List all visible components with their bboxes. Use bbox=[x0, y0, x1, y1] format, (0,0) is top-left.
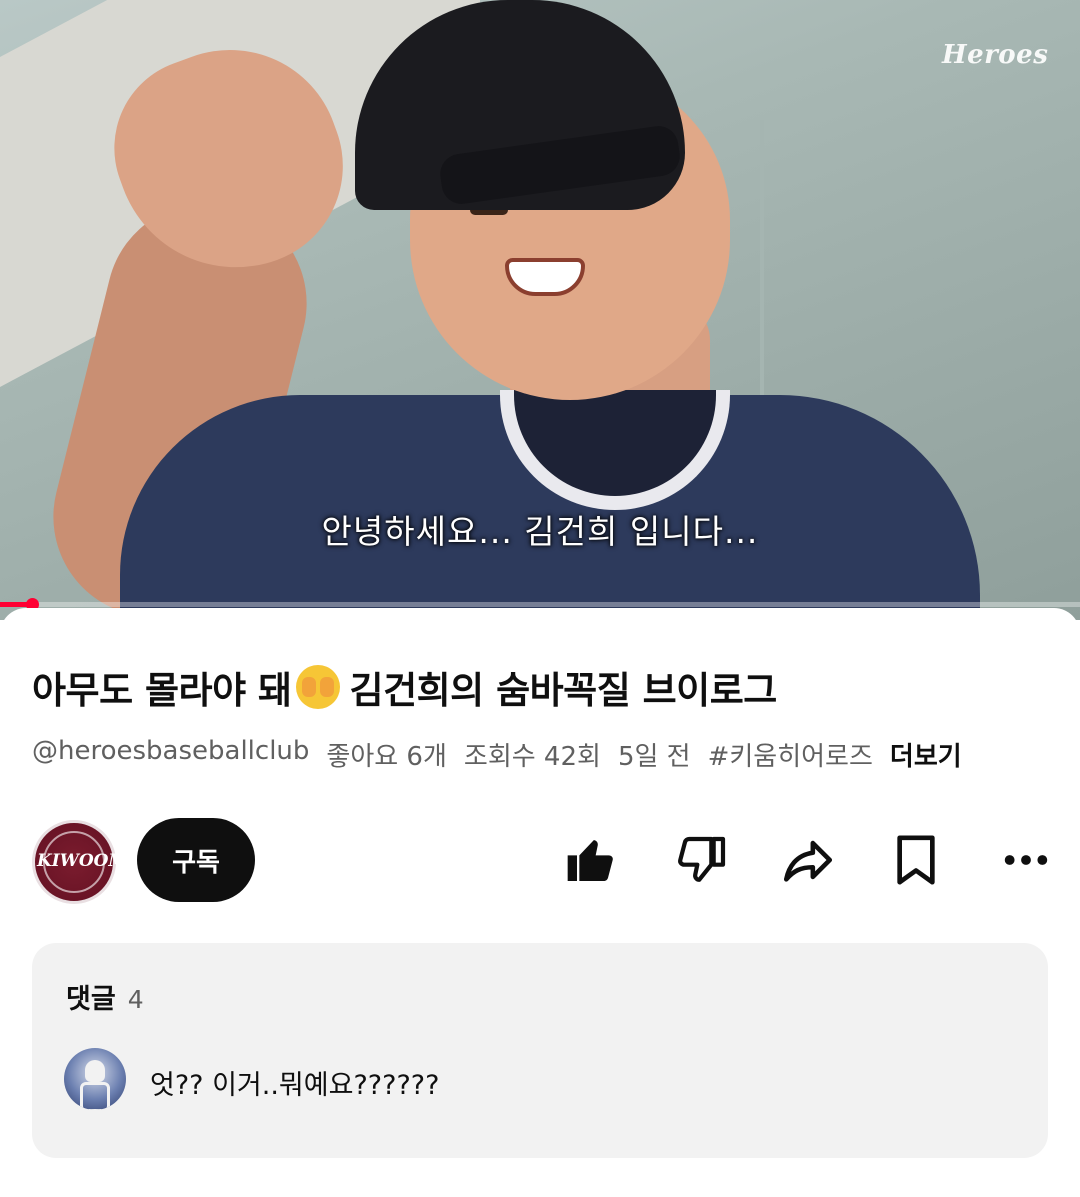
save-icon bbox=[897, 835, 935, 885]
channel-logo-text: KIWOOM bbox=[37, 851, 128, 871]
action-row: KIWOOM 구독 bbox=[0, 818, 1080, 904]
channel-avatar[interactable]: KIWOOM bbox=[32, 820, 128, 904]
view-count: 조회수 42회 bbox=[463, 742, 601, 772]
face-with-peeking-eye-icon bbox=[295, 665, 340, 709]
top-comment-text[interactable]: 엇?? 이거..뭐예요?????? bbox=[150, 1063, 439, 1102]
channel-handle[interactable]: @heroesbaseballclub bbox=[32, 736, 309, 773]
heroes-watermark: Heroes bbox=[942, 40, 1049, 70]
save-button[interactable] bbox=[884, 828, 948, 892]
comments-section[interactable]: 댓글 4 엇?? 이거..뭐예요?????? bbox=[32, 943, 1048, 1158]
more-actions-button[interactable] bbox=[994, 828, 1058, 892]
commenter-avatar[interactable] bbox=[64, 1048, 126, 1110]
dislike-button[interactable] bbox=[670, 828, 734, 892]
skeleton-head bbox=[85, 1060, 105, 1082]
comments-count: 4 bbox=[127, 985, 144, 1014]
skeleton-body bbox=[80, 1082, 110, 1110]
progress-bar[interactable] bbox=[0, 598, 1080, 611]
thumbs-down-icon bbox=[678, 836, 726, 882]
thumbs-up-icon bbox=[567, 840, 613, 881]
upload-age: 5일 전 bbox=[617, 742, 691, 772]
more-button[interactable]: 더보기 bbox=[890, 736, 962, 773]
video-info-sheet: 아무도 몰라야 돼 김건희의 숨바꼭질 브이로그 @heroesbaseball… bbox=[0, 608, 1080, 1197]
title-text: 아무도 몰라야 돼 bbox=[32, 669, 292, 712]
video-subtitle: 안녕하세요... 김건희 입니다... bbox=[321, 512, 759, 551]
comments-header: 댓글 4 bbox=[66, 977, 144, 1016]
video-player[interactable]: Heroes 안녕하세요... 김건희 입니다... bbox=[0, 0, 1080, 620]
subscribe-button[interactable]: 구독 bbox=[137, 818, 255, 902]
like-count: 좋아요 6개 bbox=[326, 742, 447, 772]
video-metadata[interactable]: @heroesbaseballclub 좋아요 6개 조회수 42회 5일 전 … bbox=[32, 736, 962, 773]
like-button[interactable] bbox=[559, 828, 623, 892]
comments-title: 댓글 bbox=[66, 984, 116, 1015]
share-icon bbox=[783, 840, 833, 882]
more-icon bbox=[1004, 855, 1048, 865]
video-title[interactable]: 아무도 몰라야 돼 김건희의 숨바꼭질 브이로그 bbox=[32, 660, 777, 714]
title-text: 김건희의 숨바꼭질 브이로그 bbox=[349, 669, 778, 712]
hashtag-link[interactable]: #키움히어로즈 bbox=[708, 736, 873, 773]
share-button[interactable] bbox=[776, 828, 840, 892]
